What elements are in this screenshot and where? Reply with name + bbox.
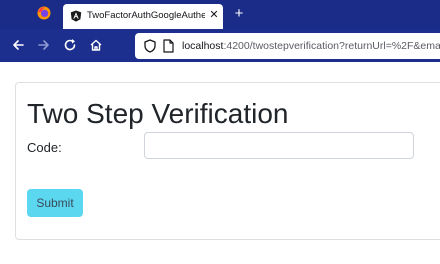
forward-icon[interactable] xyxy=(37,38,51,52)
tab-title: TwoFactorAuthGoogleAuthenticator xyxy=(87,10,205,21)
new-tab-icon[interactable]: + xyxy=(232,6,246,22)
nav-bar: localhost:4200/twostepverification?retur… xyxy=(0,29,440,62)
url-host: localhost xyxy=(182,40,224,52)
tab-bar: TwoFactorAuthGoogleAuthenticator ✕ + xyxy=(0,0,440,29)
firefox-icon[interactable] xyxy=(37,6,51,20)
page-title: Two Step Verification xyxy=(27,98,289,129)
url-bar[interactable]: localhost:4200/twostepverification?retur… xyxy=(135,33,440,59)
page-content: Two Step Verification Code: Submit xyxy=(0,62,440,264)
page-icon[interactable] xyxy=(163,39,174,53)
tab-active[interactable]: TwoFactorAuthGoogleAuthenticator ✕ xyxy=(63,4,223,29)
code-input[interactable] xyxy=(144,132,414,159)
reload-icon[interactable] xyxy=(63,38,77,52)
submit-button[interactable]: Submit xyxy=(27,189,83,217)
url-path: :4200/twostepverification?returnUrl=%2F&… xyxy=(223,40,440,52)
angular-icon xyxy=(70,10,82,22)
shield-icon[interactable] xyxy=(144,39,156,53)
url-text[interactable]: localhost:4200/twostepverification?retur… xyxy=(182,40,440,53)
verification-card: Two Step Verification Code: Submit xyxy=(15,82,440,240)
code-label: Code: xyxy=(27,140,62,155)
back-icon[interactable] xyxy=(11,38,25,52)
close-tab-icon[interactable]: ✕ xyxy=(208,8,220,22)
home-icon[interactable] xyxy=(89,38,103,52)
tab-grip xyxy=(0,0,20,29)
